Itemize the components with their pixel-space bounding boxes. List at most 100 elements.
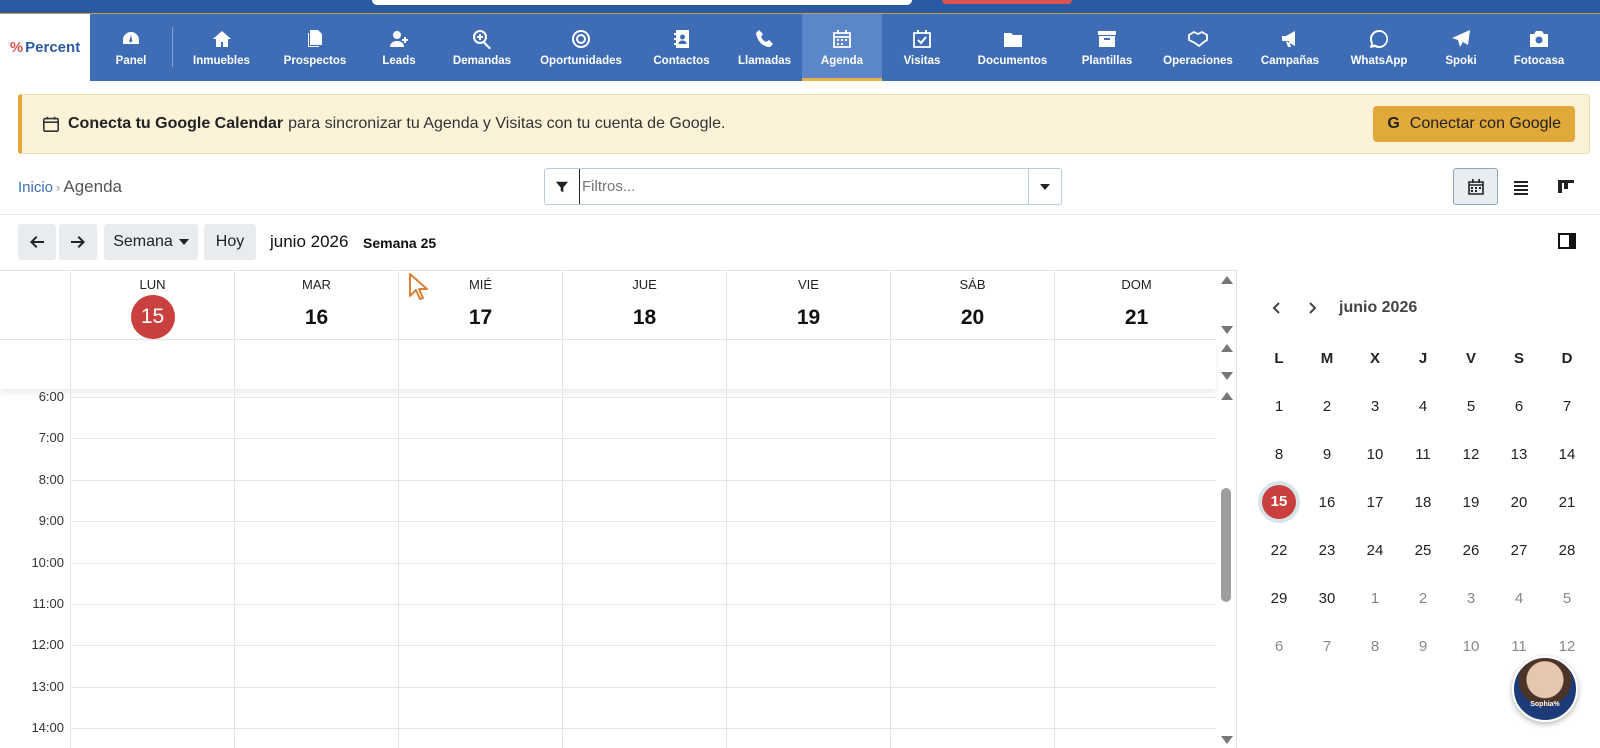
view-range-dropdown[interactable]: Semana [104, 224, 198, 260]
mini-day[interactable]: 3 [1351, 398, 1399, 415]
mini-day[interactable]: 16 [1303, 494, 1351, 511]
nav-item-whatsapp[interactable]: WhatsApp [1335, 14, 1423, 81]
all-day-cell[interactable] [562, 340, 726, 390]
nav-item-leads[interactable]: Leads [360, 14, 438, 81]
logo[interactable]: % Percent [0, 14, 90, 81]
hour-row[interactable]: 12:00 [0, 637, 1216, 686]
mini-day[interactable]: 10 [1447, 638, 1495, 655]
mini-day[interactable]: 4 [1495, 590, 1543, 607]
mini-day[interactable]: 22 [1255, 542, 1303, 559]
mini-day[interactable]: 17 [1351, 494, 1399, 511]
mini-day[interactable]: 21 [1543, 494, 1591, 511]
mini-day[interactable]: 27 [1495, 542, 1543, 559]
mini-day[interactable]: 28 [1543, 542, 1591, 559]
mini-day[interactable]: 18 [1399, 494, 1447, 511]
scroll-down-icon[interactable] [1221, 736, 1233, 744]
list-view-button[interactable] [1498, 168, 1543, 205]
nav-item-fotocasa[interactable]: Fotocasa [1499, 14, 1579, 81]
scroll-up-icon[interactable] [1221, 276, 1233, 284]
calendar-scrollbar[interactable] [1216, 270, 1236, 748]
scroll-down-icon[interactable] [1221, 326, 1233, 334]
mini-day[interactable]: 7 [1303, 638, 1351, 655]
mini-day[interactable]: 8 [1351, 638, 1399, 655]
nav-item-operaciones[interactable]: Operaciones [1151, 14, 1245, 81]
nav-item-demandas[interactable]: Demandas [438, 14, 526, 81]
nav-item-panel[interactable]: Panel [90, 14, 172, 81]
hour-row[interactable]: 8:00 [0, 472, 1216, 521]
mini-day[interactable]: 14 [1543, 446, 1591, 463]
mini-day[interactable]: 1 [1255, 398, 1303, 415]
nav-item-spoki[interactable]: Spoki [1423, 14, 1499, 81]
hour-row[interactable]: 7:00 [0, 430, 1216, 479]
filter-input[interactable] [579, 169, 1028, 204]
mini-prev-month-button[interactable] [1267, 298, 1287, 318]
hour-row[interactable]: 9:00 [0, 513, 1216, 562]
day-header[interactable]: DOM 21 [1054, 271, 1218, 339]
mini-day[interactable]: 25 [1399, 542, 1447, 559]
mini-day[interactable]: 10 [1351, 446, 1399, 463]
day-header[interactable]: VIE 19 [726, 271, 890, 339]
mini-next-month-button[interactable] [1302, 298, 1322, 318]
day-header[interactable]: SÁB 20 [890, 271, 1054, 339]
nav-item-inmuebles[interactable]: Inmuebles [173, 14, 270, 81]
all-day-cell[interactable] [398, 340, 562, 390]
scroll-up-icon[interactable] [1221, 344, 1233, 352]
mini-day[interactable]: 26 [1447, 542, 1495, 559]
hour-row[interactable]: 13:00 [0, 679, 1216, 728]
hour-row[interactable]: 14:00 [0, 720, 1216, 748]
nav-item-visitas[interactable]: Visitas [882, 14, 962, 81]
mini-day[interactable]: 11 [1495, 638, 1543, 655]
mini-day[interactable]: 11 [1399, 446, 1447, 463]
mini-day[interactable]: 9 [1303, 446, 1351, 463]
all-day-cell[interactable] [890, 340, 1054, 390]
nav-item-campanas[interactable]: Campañas [1245, 14, 1335, 81]
mini-day[interactable]: 29 [1255, 590, 1303, 607]
assistant-avatar[interactable]: Sophia% [1512, 656, 1578, 722]
top-red-button[interactable] [942, 0, 1072, 4]
all-day-cell[interactable] [726, 340, 890, 390]
hour-row[interactable]: 10:00 [0, 555, 1216, 604]
all-day-cell[interactable] [234, 340, 398, 390]
mini-day[interactable]: 6 [1255, 638, 1303, 655]
filter-dropdown-button[interactable] [1028, 169, 1061, 204]
mini-day[interactable]: 7 [1543, 398, 1591, 415]
mini-day[interactable]: 12 [1447, 446, 1495, 463]
nav-item-agenda[interactable]: Agenda [802, 14, 882, 81]
scroll-down-icon[interactable] [1221, 372, 1233, 380]
mini-day[interactable]: 4 [1399, 398, 1447, 415]
mini-day[interactable]: 13 [1495, 446, 1543, 463]
scroll-up-icon[interactable] [1221, 392, 1233, 400]
mini-day[interactable]: 2 [1399, 590, 1447, 607]
day-header[interactable]: LUN 15 [70, 271, 234, 339]
nav-item-contactos[interactable]: Contactos [636, 14, 727, 81]
mini-day-today[interactable]: 15 [1255, 485, 1303, 519]
calendar-view-button[interactable] [1453, 168, 1498, 205]
nav-item-documentos[interactable]: Documentos [962, 14, 1063, 81]
breadcrumb-home-link[interactable]: Inicio [18, 179, 53, 196]
hour-row[interactable]: 11:00 [0, 596, 1216, 645]
nav-item-plantillas[interactable]: Plantillas [1063, 14, 1151, 81]
mini-day[interactable]: 2 [1303, 398, 1351, 415]
scrollbar-thumb[interactable] [1221, 488, 1231, 602]
day-header[interactable]: MAR 16 [234, 271, 398, 339]
address-bar[interactable] [372, 0, 912, 5]
day-header[interactable]: JUE 18 [562, 271, 726, 339]
today-button[interactable]: Hoy [204, 224, 256, 260]
hour-row[interactable]: 6:00 [0, 389, 1216, 438]
mini-day[interactable]: 5 [1543, 590, 1591, 607]
all-day-cell[interactable] [70, 340, 234, 390]
prev-week-button[interactable] [18, 224, 56, 260]
nav-item-prospectos[interactable]: Prospectos [270, 14, 360, 81]
mini-day[interactable]: 3 [1447, 590, 1495, 607]
mini-day[interactable]: 1 [1351, 590, 1399, 607]
mini-day[interactable]: 5 [1447, 398, 1495, 415]
mini-day[interactable]: 20 [1495, 494, 1543, 511]
nav-item-oportunidades[interactable]: Oportunidades [526, 14, 636, 81]
connect-google-button[interactable]: G Conectar con Google [1373, 106, 1575, 142]
mini-day[interactable]: 19 [1447, 494, 1495, 511]
side-panel-toggle-icon[interactable] [1558, 233, 1576, 249]
mini-day[interactable]: 6 [1495, 398, 1543, 415]
mini-day[interactable]: 8 [1255, 446, 1303, 463]
mini-day[interactable]: 9 [1399, 638, 1447, 655]
next-week-button[interactable] [59, 224, 97, 260]
